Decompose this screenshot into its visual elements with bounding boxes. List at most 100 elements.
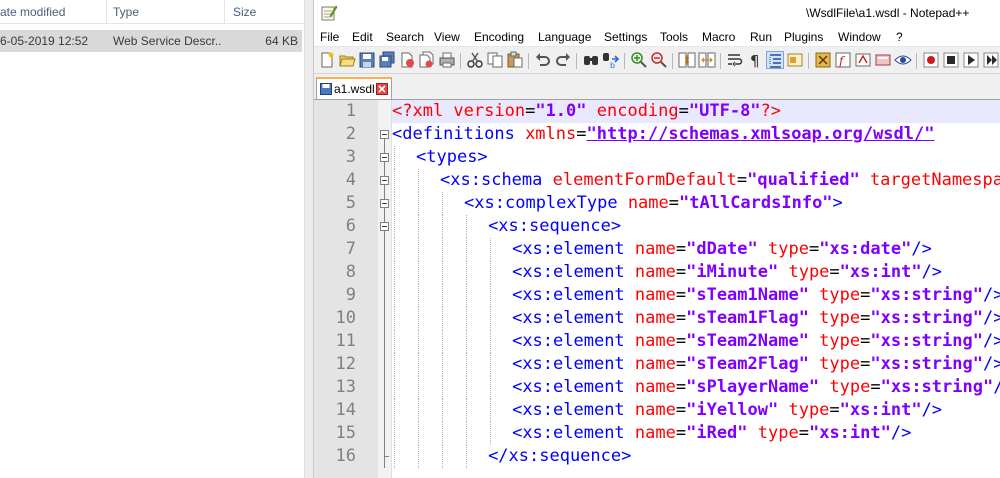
menu-run[interactable]: Run [750,26,772,46]
document-map-icon[interactable] [814,51,832,69]
code-text[interactable]: <xs:element name="sTeam2Name" type="xs:s… [512,330,1000,353]
code-line[interactable]: 1 <?xml version="1.0" encoding="UTF-8"?> [314,100,1000,123]
menu-search[interactable]: Search [386,26,424,46]
code-line[interactable]: 6 <xs:sequence> [314,215,1000,238]
menu-settings[interactable]: Settings [604,26,647,46]
file-row-a1-wsdl[interactable]: 6-05-2019 12:52 Web Service Descr... 64 … [0,30,302,52]
new-file-icon[interactable] [318,51,336,69]
fold-toggle-icon[interactable] [380,153,389,162]
column-separator[interactable] [224,0,225,24]
code-line[interactable]: 11 <xs:element name="sTeam2Name" type="xs… [314,330,1000,353]
code-text[interactable]: <xs:element name="iYellow" type="xs:int"… [512,399,942,422]
user-defined-language-icon[interactable] [786,51,804,69]
code-line[interactable]: 10 <xs:element name="sTeam1Flag" type="xs… [314,307,1000,330]
toolbar-separator [808,53,809,69]
indent-guide [466,376,468,399]
url-value-token[interactable]: "http://schemas.xmlsoap.org/wsdl/" [587,124,935,144]
save-all-icon[interactable] [378,51,396,69]
code-text[interactable]: <xs:element name="sTeam2Flag" type="xs:s… [512,353,1000,376]
menu-view[interactable]: View [434,26,460,46]
code-editor[interactable]: 1 <?xml version="1.0" encoding="UTF-8"?> 2… [314,99,1000,478]
tab-a1-wsdl[interactable]: a1.wsdl [316,77,392,99]
toolbar-separator [720,53,721,69]
code-line[interactable]: 8 <xs:element name="iMinute" type="xs:int… [314,261,1000,284]
sync-horizontal-icon[interactable] [698,51,716,69]
code-line[interactable]: 12 <xs:element name="sTeam2Flag" type="xs… [314,353,1000,376]
copy-icon[interactable] [486,51,504,69]
paste-icon[interactable] [506,51,524,69]
monitoring-icon[interactable] [874,51,892,69]
show-all-characters-icon[interactable]: ¶ [746,51,764,69]
code-text[interactable]: <types> [416,146,488,169]
menu-window[interactable]: Window [838,26,881,46]
equals-token: = [675,400,687,420]
code-line[interactable]: 3 <types> [314,146,1000,169]
menu-help[interactable]: ? [896,26,903,46]
code-line[interactable]: 9 <xs:element name="sTeam1Name" type="xs:… [314,284,1000,307]
code-text[interactable]: <definitions xmlns="http://schemas.xmlso… [392,123,935,146]
code-line[interactable]: 2 <definitions xmlns="http://schemas.xmls… [314,123,1000,146]
menu-macro[interactable]: Macro [702,26,735,46]
code-text[interactable]: <xs:schema elementFormDefault="qualified… [440,169,1000,192]
code-line[interactable]: 5 <xs:complexType name="tAllCardsInfo"> [314,192,1000,215]
code-text[interactable]: <?xml version="1.0" encoding="UTF-8"?> [392,100,781,123]
column-separator[interactable] [106,0,107,24]
fold-toggle-icon[interactable] [380,176,389,185]
indent-guide [442,215,444,238]
cut-icon[interactable] [466,51,484,69]
notepad-plus-plus-icon[interactable] [320,4,338,22]
column-header-date-modified[interactable]: ate modified [0,0,100,24]
fold-toggle-icon[interactable] [380,222,389,231]
code-line[interactable]: 4 <xs:schema elementFormDefault="qualifie… [314,169,1000,192]
code-line[interactable]: 14 <xs:element name="iYellow" type="xs:in… [314,399,1000,422]
title-bar[interactable]: \WsdlFile\a1.wsdl - Notepad++ [314,0,1000,26]
function-list-icon[interactable]: f [834,51,852,69]
code-text[interactable]: <xs:element name="dDate" type="xs:date"/… [512,238,932,261]
stop-recording-icon[interactable] [942,51,960,69]
code-text[interactable]: <xs:element name="iRed" type="xs:int"/> [512,422,911,445]
menu-tools[interactable]: Tools [660,26,688,46]
eye-icon[interactable] [894,51,912,69]
record-macro-icon[interactable] [922,51,940,69]
column-header-size[interactable]: Size [233,0,293,24]
save-icon[interactable] [358,51,376,69]
menu-language[interactable]: Language [538,26,591,46]
code-text[interactable]: <xs:element name="sPlayerName" type="xs:… [512,376,1000,399]
column-header-type[interactable]: Type [113,0,223,24]
code-text[interactable]: <xs:sequence> [488,215,621,238]
code-line[interactable]: 16 </xs:sequence> [314,445,1000,468]
sync-vertical-icon[interactable] [678,51,696,69]
find-icon[interactable] [582,51,600,69]
redo-icon[interactable] [554,51,572,69]
fold-toggle-icon[interactable] [380,130,389,139]
print-icon[interactable] [438,51,456,69]
code-text[interactable]: </xs:sequence> [488,445,631,468]
folder-as-workspace-icon[interactable] [854,51,872,69]
replace-icon[interactable]: b [602,51,620,69]
playback-macro-icon[interactable] [962,51,980,69]
indent-guide-icon[interactable] [766,51,784,69]
run-macro-multiple-icon[interactable] [982,51,1000,69]
menu-encoding[interactable]: Encoding [474,26,524,46]
tab-close-icon[interactable] [376,83,388,95]
code-text[interactable]: <xs:element name="sTeam1Name" type="xs:s… [512,284,1000,307]
code-text[interactable]: <xs:element name="sTeam1Flag" type="xs:s… [512,307,1000,330]
code-line[interactable]: 7 <xs:element name="dDate" type="xs:date"… [314,238,1000,261]
zoom-out-icon[interactable] [650,51,668,69]
code-text[interactable]: <xs:element name="iMinute" type="xs:int"… [512,261,942,284]
menu-plugins[interactable]: Plugins [784,26,823,46]
close-all-icon[interactable] [418,51,436,69]
zoom-in-icon[interactable] [630,51,648,69]
code-line[interactable]: 15 <xs:element name="iRed" type="xs:int"/… [314,422,1000,445]
code-text[interactable]: <xs:complexType name="tAllCardsInfo"> [464,192,843,215]
undo-icon[interactable] [534,51,552,69]
menu-file[interactable]: File [320,26,339,46]
menu-edit[interactable]: Edit [352,26,373,46]
open-file-icon[interactable] [338,51,356,69]
string-value-token: "sTeam2Name" [686,331,809,351]
word-wrap-icon[interactable] [726,51,744,69]
fold-toggle-icon[interactable] [380,199,389,208]
fold-line [384,192,385,199]
close-icon[interactable] [398,51,416,69]
code-line[interactable]: 13 <xs:element name="sPlayerName" type="x… [314,376,1000,399]
